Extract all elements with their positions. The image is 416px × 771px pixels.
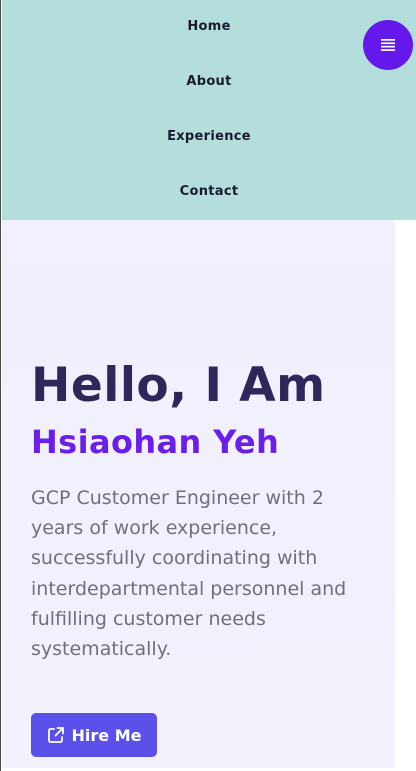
hire-me-button[interactable]: Hire Me (31, 713, 157, 757)
nav-menu: Home About Experience Contact (2, 0, 416, 220)
nav-item-home[interactable]: Home (2, 12, 416, 42)
hero-bio: GCP Customer Engineer with 2 years of wo… (31, 487, 347, 661)
hero-side-gutter (395, 220, 416, 771)
hire-me-label: Hire Me (71, 725, 142, 745)
hero-greeting: Hello, I Am (31, 358, 326, 413)
hero-name: Hsiaohan Yeh (31, 423, 280, 461)
menu-toggle-button[interactable] (363, 20, 413, 70)
nav-item-experience[interactable]: Experience (2, 122, 416, 152)
menu-lines-icon (381, 39, 395, 51)
nav-item-about[interactable]: About (2, 67, 416, 97)
nav-item-contact[interactable]: Contact (2, 177, 416, 207)
external-link-icon (47, 726, 65, 744)
page: Home About Experience Contact Hello, I A… (0, 0, 416, 771)
